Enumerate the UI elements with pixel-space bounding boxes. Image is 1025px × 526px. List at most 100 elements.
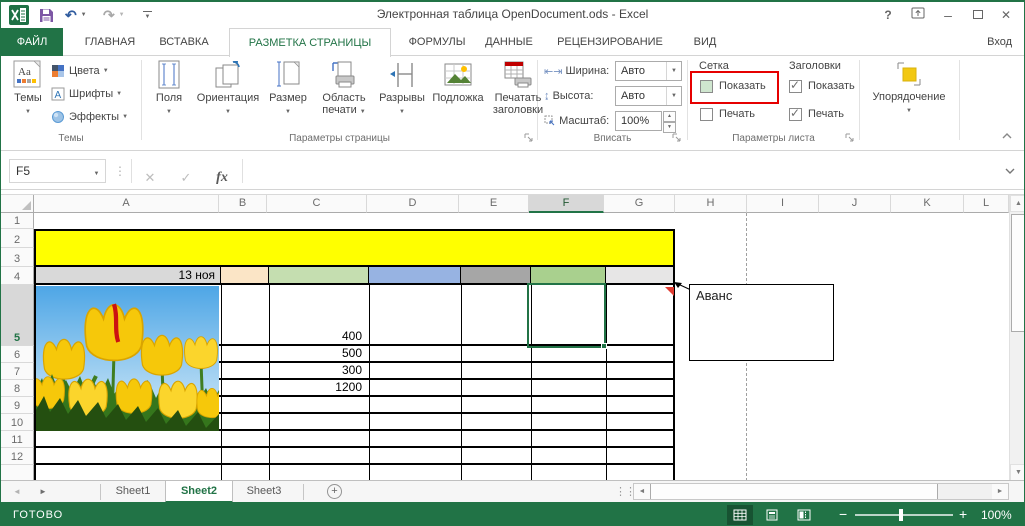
theme-colors-button[interactable]: Цвета ▼	[51, 62, 109, 80]
row-header-9[interactable]: 9	[1, 397, 34, 414]
width-dropdown-button[interactable]: ▼	[666, 62, 681, 80]
row-header-12[interactable]: 12	[1, 448, 34, 465]
cell-C8[interactable]: 1200	[268, 380, 366, 396]
print-titles-button[interactable]: Печатать заголовки	[489, 58, 547, 116]
zoom-level[interactable]: 100%	[981, 508, 1012, 522]
col-header-H[interactable]: H	[675, 195, 747, 213]
maximize-button[interactable]	[964, 4, 992, 26]
selected-cell-F5[interactable]	[527, 283, 606, 348]
minimize-button[interactable]: –	[934, 4, 962, 26]
name-box[interactable]: F5 ▼	[9, 159, 106, 183]
col-header-B[interactable]: B	[219, 195, 267, 213]
row-header-2[interactable]: 2	[1, 229, 34, 248]
col-header-F[interactable]: F	[529, 195, 604, 213]
row-header-13[interactable]	[1, 465, 34, 480]
formula-bar-splitter[interactable]: ⋮	[114, 164, 126, 178]
row-header-11[interactable]: 11	[1, 431, 34, 448]
cell-F4[interactable]	[531, 267, 606, 283]
orientation-button[interactable]: Ориентация ▼	[193, 58, 263, 116]
scale-spinner[interactable]: ▲ ▼	[663, 111, 676, 131]
sign-in-link[interactable]: Вход	[987, 28, 1012, 56]
size-button[interactable]: Размер ▼	[263, 58, 313, 116]
vertical-scroll-thumb[interactable]	[1011, 214, 1024, 332]
row-header-5[interactable]: 5	[1, 285, 34, 346]
row-header-8[interactable]: 8	[1, 380, 34, 397]
col-header-D[interactable]: D	[367, 195, 459, 213]
zoom-slider-track[interactable]	[855, 514, 953, 516]
scroll-down-button[interactable]: ▼	[1010, 464, 1024, 480]
col-header-G[interactable]: G	[604, 195, 675, 213]
view-normal-button[interactable]	[727, 505, 753, 525]
col-header-L[interactable]: L	[964, 195, 1009, 213]
gridlines-print-checkbox[interactable]: ✓	[700, 108, 713, 121]
height-select[interactable]: Авто ▼	[615, 86, 682, 106]
sheet-tab-sheet3[interactable]: Sheet3	[233, 481, 295, 503]
height-dropdown-button[interactable]: ▼	[666, 87, 681, 105]
row-header-3[interactable]: 3	[1, 248, 34, 267]
row-header-4[interactable]: 4	[1, 267, 34, 285]
name-box-dropdown-button[interactable]: ▼	[88, 164, 105, 178]
comment-box[interactable]: Аванс	[689, 284, 834, 361]
scroll-left-button[interactable]: ◄	[634, 484, 650, 499]
col-header-C[interactable]: C	[267, 195, 367, 213]
insert-function-button[interactable]: fx	[208, 166, 236, 190]
scroll-up-button[interactable]: ▲	[1010, 195, 1024, 212]
row-header-10[interactable]: 10	[1, 414, 34, 431]
tab-formulas[interactable]: ФОРМУЛЫ	[404, 28, 470, 56]
fit-dialog-launcher[interactable]	[671, 132, 682, 143]
view-page-break-button[interactable]	[791, 505, 817, 525]
collapse-ribbon-button[interactable]	[1001, 132, 1013, 140]
cell-C6[interactable]: 500	[268, 346, 366, 362]
tab-insert[interactable]: ВСТАВКА	[151, 28, 217, 56]
expand-formula-bar-button[interactable]	[1004, 167, 1016, 175]
enter-button[interactable]: ✓	[172, 166, 200, 190]
headings-print-checkbox[interactable]: ✓	[789, 108, 802, 121]
cell-G4[interactable]	[606, 267, 673, 283]
scale-input[interactable]: 100%	[615, 111, 662, 131]
gridlines-print-label[interactable]: Печать	[719, 108, 755, 121]
breaks-button[interactable]: Разрывы ▼	[377, 58, 427, 116]
vertical-scrollbar[interactable]: ▲ ▼	[1009, 195, 1024, 480]
zoom-in-button[interactable]: +	[959, 506, 967, 522]
col-header-I[interactable]: I	[747, 195, 819, 213]
arrange-button[interactable]: Упорядочение ▼	[865, 58, 953, 115]
horizontal-scrollbar[interactable]: ◄ ►	[633, 483, 1009, 500]
formula-input[interactable]	[245, 159, 994, 183]
sheet-tab-sheet2[interactable]: Sheet2	[165, 481, 233, 503]
print-area-button[interactable]: Область печати ▼	[313, 58, 375, 116]
cell-C4[interactable]	[269, 267, 369, 283]
row-header-1[interactable]: 1	[1, 213, 34, 229]
tab-page-layout[interactable]: РАЗМЕТКА СТРАНИЦЫ	[229, 28, 391, 57]
themes-button[interactable]: Aa Темы ▼	[7, 58, 49, 116]
tab-scrollbar-splitter[interactable]: ⋮⋮	[615, 485, 635, 498]
sheet-nav-left-button[interactable]: ◄	[13, 487, 21, 496]
cell-E4[interactable]	[461, 267, 531, 283]
cell-A4[interactable]: 13 ноя	[36, 267, 221, 283]
scroll-right-button[interactable]: ►	[992, 484, 1008, 499]
tulips-image[interactable]	[36, 286, 219, 431]
col-header-A[interactable]: A	[34, 195, 219, 213]
tab-file[interactable]: ФАЙЛ	[1, 28, 63, 56]
theme-effects-button[interactable]: Эффекты ▼	[51, 108, 128, 126]
zoom-slider-handle[interactable]	[899, 509, 903, 521]
cell-C7[interactable]: 300	[268, 363, 366, 379]
tab-home[interactable]: ГЛАВНАЯ	[76, 28, 144, 56]
background-button[interactable]: Подложка	[429, 58, 487, 104]
horizontal-scroll-thumb[interactable]	[650, 484, 938, 499]
add-sheet-button[interactable]: +	[327, 484, 342, 499]
row-header-6[interactable]: 6	[1, 346, 34, 363]
help-button[interactable]: ?	[874, 4, 902, 26]
theme-fonts-button[interactable]: A Шрифты ▼	[51, 85, 122, 103]
margins-button[interactable]: Поля ▼	[147, 58, 191, 116]
view-page-layout-button[interactable]	[759, 505, 785, 525]
col-header-J[interactable]: J	[819, 195, 891, 213]
cell-C5[interactable]: 400	[268, 285, 366, 345]
tab-review[interactable]: РЕЦЕНЗИРОВАНИЕ	[552, 28, 668, 56]
tab-data[interactable]: ДАННЫЕ	[479, 28, 539, 56]
width-select[interactable]: Авто ▼	[615, 61, 682, 81]
row-header-7[interactable]: 7	[1, 363, 34, 380]
spinner-up-icon[interactable]: ▲	[663, 111, 676, 122]
ribbon-display-options-button[interactable]	[904, 4, 932, 26]
page-setup-dialog-launcher[interactable]	[523, 132, 534, 143]
cell-D4[interactable]	[369, 267, 461, 283]
